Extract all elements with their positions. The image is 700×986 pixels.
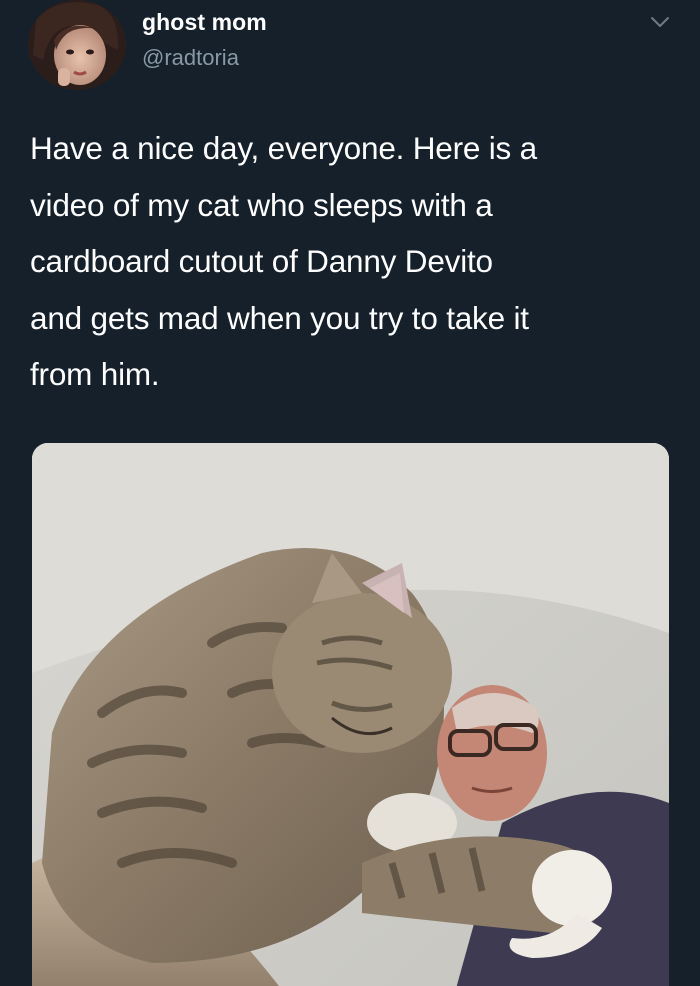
cat-photo (32, 443, 669, 986)
avatar[interactable] (28, 0, 126, 90)
chevron-down-icon[interactable] (648, 10, 672, 34)
user-handle[interactable]: @radtoria (142, 45, 239, 71)
profile-photo (28, 0, 126, 90)
tweet-photo[interactable] (32, 443, 669, 986)
display-name[interactable]: ghost mom (142, 9, 267, 36)
tweet-card: ghost mom @radtoria Have a nice day, eve… (0, 0, 700, 986)
tweet-text: Have a nice day, everyone. Here is a vid… (30, 130, 537, 392)
